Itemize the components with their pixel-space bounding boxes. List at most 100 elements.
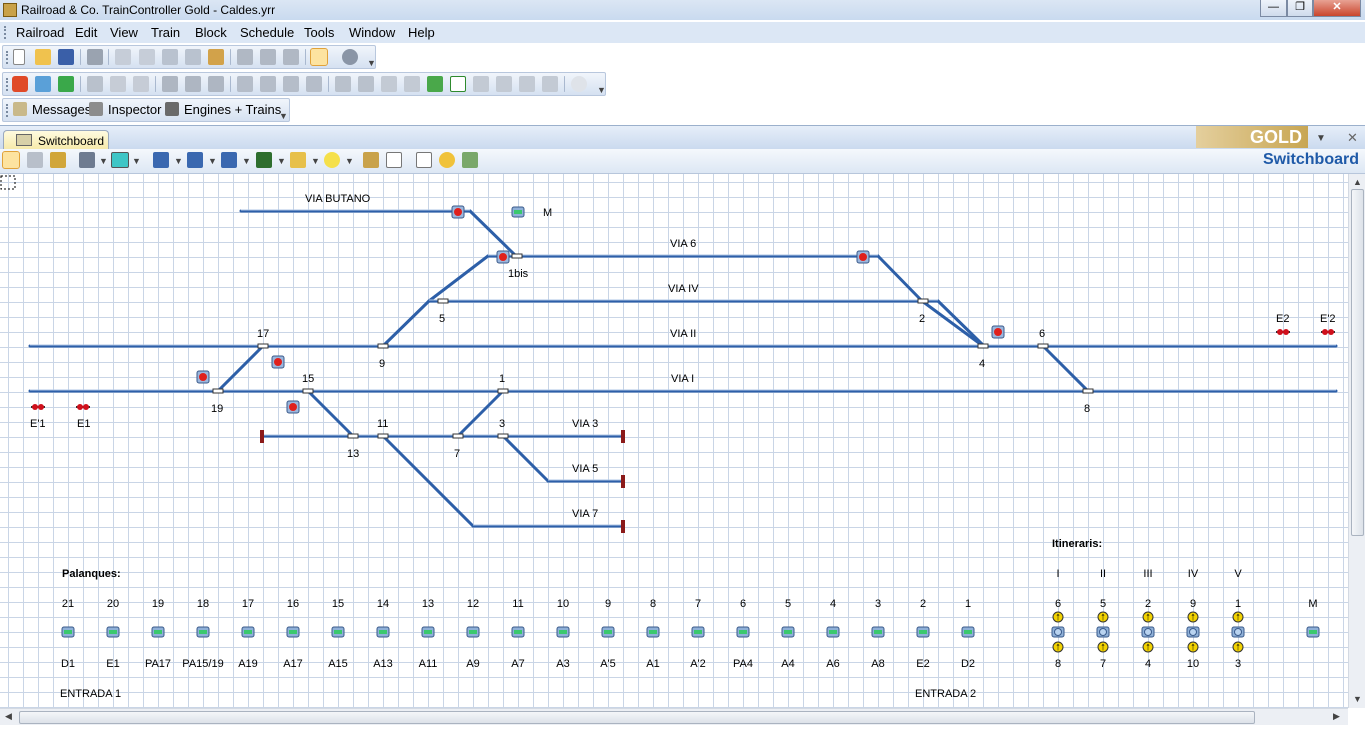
train-end-icon[interactable] [306, 76, 322, 92]
image-tool-icon[interactable] [462, 152, 478, 168]
scroll-up-icon[interactable]: ▲ [1353, 177, 1362, 187]
menu-schedule[interactable]: Schedule [240, 25, 294, 40]
snowflake-icon[interactable] [35, 76, 51, 92]
endpoint-signal-icon[interactable] [1321, 329, 1335, 335]
route-button[interactable] [1141, 626, 1155, 638]
scroll-down-icon[interactable]: ▼ [1353, 694, 1362, 704]
menu-edit[interactable]: Edit [75, 25, 97, 40]
dropdown-icon[interactable]: ▼ [345, 156, 354, 166]
dropdown-icon[interactable]: ▼ [311, 156, 320, 166]
dropdown-icon[interactable]: ▼ [174, 156, 183, 166]
emergency-stop-icon[interactable] [12, 76, 28, 92]
tab-close-icon[interactable]: ✕ [1347, 130, 1358, 146]
indicator-tool-icon[interactable] [324, 152, 340, 168]
dispatch-icon[interactable] [496, 76, 512, 92]
route-button[interactable] [1231, 626, 1245, 638]
track-tool-icon[interactable] [153, 152, 169, 168]
lever-button[interactable] [196, 626, 210, 638]
lever-button[interactable] [646, 626, 660, 638]
lever-button[interactable] [781, 626, 795, 638]
route-button[interactable] [1051, 626, 1065, 638]
home-icon[interactable] [58, 76, 74, 92]
menu-view[interactable]: View [110, 25, 138, 40]
route-m-button[interactable] [1306, 626, 1320, 638]
route-button[interactable] [1096, 626, 1110, 638]
train-left-icon[interactable] [237, 76, 253, 92]
brush-icon[interactable] [79, 152, 95, 168]
lever-button[interactable] [601, 626, 615, 638]
clock-icon[interactable] [571, 76, 587, 92]
paste-icon[interactable] [208, 49, 224, 65]
text-tool-icon[interactable] [386, 152, 402, 168]
loco2-icon[interactable] [185, 76, 201, 92]
pointer-icon[interactable] [2, 151, 20, 169]
toolbar-options-icon[interactable]: ▼ [367, 58, 376, 68]
lever-button[interactable] [286, 626, 300, 638]
signal-icon[interactable] [496, 250, 510, 264]
signal-tool-icon[interactable] [256, 152, 272, 168]
signal-icon[interactable] [991, 325, 1005, 339]
label-tool-icon[interactable] [416, 152, 432, 168]
lever-button[interactable] [961, 626, 975, 638]
lever-button[interactable] [556, 626, 570, 638]
loco-icon[interactable] [162, 76, 178, 92]
open-icon[interactable] [35, 49, 51, 65]
lever-button[interactable] [421, 626, 435, 638]
horizontal-scroll-thumb[interactable] [19, 711, 1255, 724]
switch-tool-icon[interactable] [187, 152, 203, 168]
lever-button[interactable] [736, 626, 750, 638]
menu-help[interactable]: Help [408, 25, 435, 40]
dropdown-icon[interactable]: ▼ [99, 156, 108, 166]
lever-button[interactable] [511, 626, 525, 638]
emoji-tool-icon[interactable] [439, 152, 455, 168]
inspector-button[interactable]: Inspector [89, 102, 161, 117]
flip-icon[interactable] [260, 49, 276, 65]
signal-icon[interactable] [451, 205, 465, 219]
tab-list-icon[interactable]: ▼ [1316, 133, 1326, 144]
lever-button[interactable] [241, 626, 255, 638]
scroll-left-icon[interactable]: ◀ [5, 711, 12, 722]
menu-railroad[interactable]: Railroad [16, 25, 64, 40]
messages-button[interactable]: Messages [13, 102, 91, 117]
lever-button[interactable] [826, 626, 840, 638]
lever-button[interactable] [691, 626, 705, 638]
flag-icon[interactable] [381, 76, 397, 92]
lever-button[interactable] [466, 626, 480, 638]
route-icon[interactable] [335, 76, 351, 92]
lever-button[interactable] [376, 626, 390, 638]
cut-icon[interactable] [162, 49, 178, 65]
tab-switchboard[interactable]: Switchboard [3, 130, 109, 150]
menu-window[interactable]: Window [349, 25, 395, 40]
clear-icon[interactable] [473, 76, 489, 92]
dropdown-icon[interactable]: ▼ [208, 156, 217, 166]
loco3-icon[interactable] [208, 76, 224, 92]
dropdown-icon[interactable]: ▼ [277, 156, 286, 166]
text-a-icon[interactable] [450, 76, 466, 92]
edit-mode-icon[interactable] [310, 48, 328, 66]
flag2-icon[interactable] [404, 76, 420, 92]
block-icon[interactable] [110, 76, 126, 92]
close-button[interactable]: ✕ [1313, 0, 1361, 17]
lever-m-icon[interactable] [511, 206, 525, 218]
endpoint-signal-icon[interactable] [31, 404, 45, 410]
copy-icon[interactable] [185, 49, 201, 65]
mirror-icon[interactable] [237, 49, 253, 65]
list-icon[interactable] [133, 76, 149, 92]
pencil-icon[interactable] [50, 152, 66, 168]
signal-icon[interactable] [856, 250, 870, 264]
endpoint-signal-icon[interactable] [76, 404, 90, 410]
hourglass-icon[interactable] [87, 76, 103, 92]
dispatch3-icon[interactable] [542, 76, 558, 92]
crossing-tool-icon[interactable] [221, 152, 237, 168]
menu-train[interactable]: Train [151, 25, 180, 40]
vertical-scroll-thumb[interactable] [1351, 189, 1364, 536]
route2-icon[interactable] [358, 76, 374, 92]
route-tool-icon[interactable] [363, 152, 379, 168]
engines-trains-button[interactable]: Engines + Trains [165, 102, 281, 117]
save-icon[interactable] [58, 49, 74, 65]
select-tool-icon[interactable] [27, 152, 43, 168]
signal-icon[interactable] [196, 370, 210, 384]
undo-icon[interactable] [115, 49, 131, 65]
lever-button[interactable] [871, 626, 885, 638]
maximize-button[interactable]: ❐ [1287, 0, 1313, 17]
